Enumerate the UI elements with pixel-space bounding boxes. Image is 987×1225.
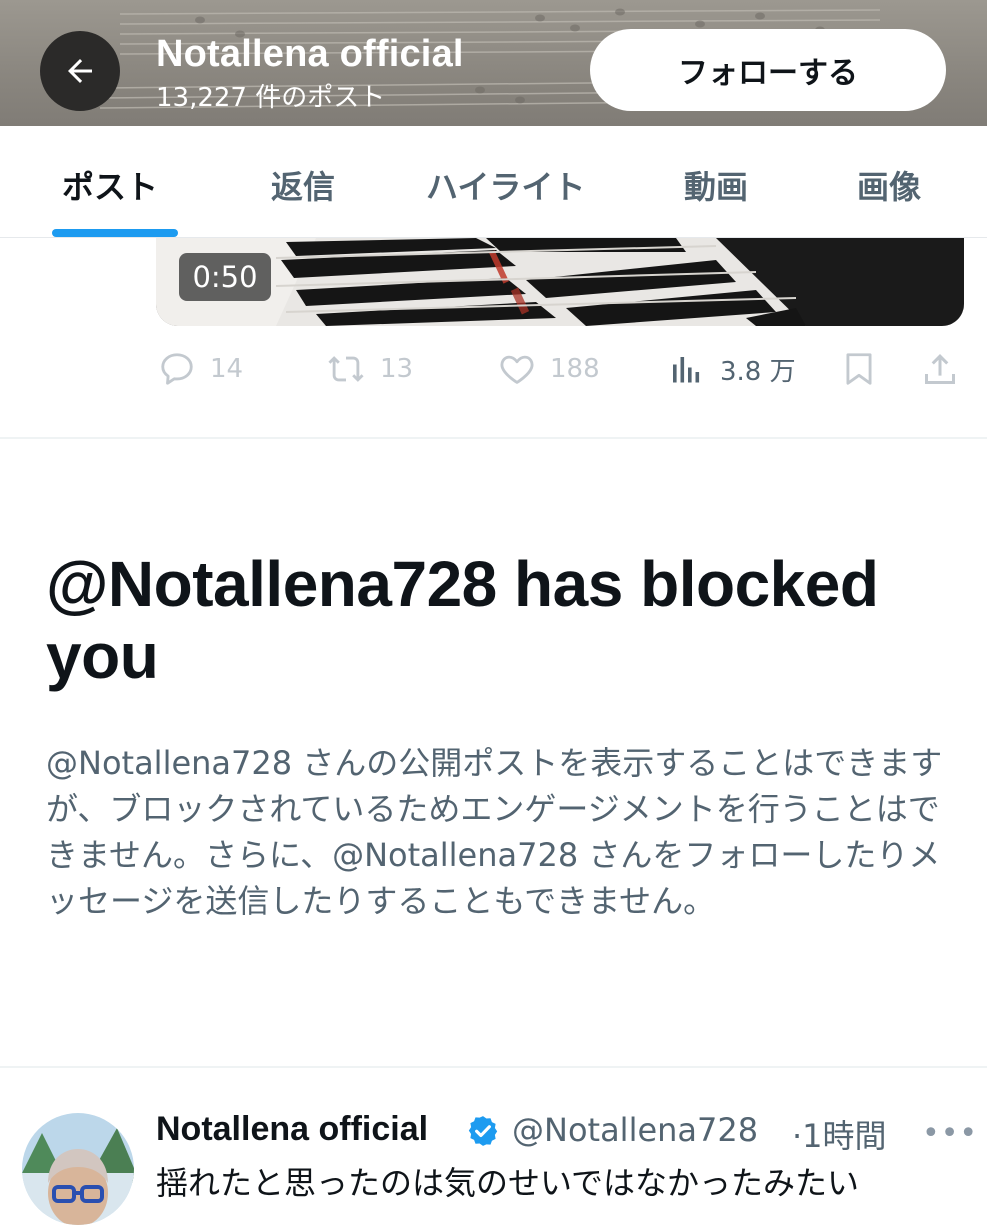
profile-tabs: ポスト 返信 ハイライト 動画 画像 (0, 126, 987, 238)
tab-posts[interactable]: ポスト (62, 162, 158, 208)
follow-button[interactable]: フォローする (590, 29, 946, 111)
like-button[interactable]: 188 (498, 347, 600, 391)
post-author-handle[interactable]: @Notallena728 (512, 1111, 758, 1149)
divider (0, 1066, 987, 1068)
tab-images[interactable]: 画像 (857, 162, 921, 208)
comment-icon (161, 353, 193, 385)
post-author-name[interactable]: Notallena official (156, 1110, 428, 1149)
tab-videos[interactable]: 動画 (684, 162, 748, 208)
share-button[interactable] (920, 347, 960, 391)
bookmark-icon (846, 353, 872, 385)
blocked-title: @Notallena728 has blocked you (46, 548, 879, 692)
video-duration-badge: 0:50 (179, 253, 271, 301)
heart-icon (500, 355, 534, 384)
post-timestamp[interactable]: ·1時間 (792, 1111, 887, 1157)
share-icon (925, 354, 955, 384)
verified-badge-icon (468, 1116, 498, 1146)
reply-count: 14 (210, 354, 244, 384)
repost-button[interactable]: 13 (326, 347, 413, 391)
video-thumbnail[interactable] (156, 238, 964, 326)
divider (0, 437, 987, 439)
view-count: 3.8 万 (720, 356, 796, 387)
analytics-icon (673, 357, 700, 383)
tab-active-indicator (52, 229, 178, 237)
repost-count: 13 (380, 354, 414, 384)
views-button[interactable]: 3.8 万 (670, 347, 796, 391)
profile-name: Notallena official (156, 33, 464, 75)
arrow-left-icon (68, 59, 92, 83)
blocked-description: @Notallena728 さんの公開ポストを表示することはできますが、ブロック… (46, 744, 943, 920)
bookmark-button[interactable] (840, 347, 878, 391)
tab-replies[interactable]: 返信 (271, 162, 335, 208)
avatar-image (22, 1113, 134, 1225)
post-count: 13,227 件のポスト (156, 83, 386, 113)
repost-icon (328, 356, 364, 382)
more-options-icon[interactable]: ••• (922, 1116, 978, 1151)
back-button[interactable] (40, 31, 120, 111)
profile-header: Notallena official 13,227 件のポスト フォローする (0, 0, 987, 126)
piano-keys-image (156, 238, 964, 326)
avatar[interactable] (22, 1113, 134, 1225)
like-count: 188 (550, 354, 600, 384)
tab-highlights[interactable]: ハイライト (426, 162, 585, 208)
reply-button[interactable]: 14 (158, 347, 243, 391)
post-text: 揺れたと思ったのは気のせいではなかったみたい (156, 1164, 860, 1202)
